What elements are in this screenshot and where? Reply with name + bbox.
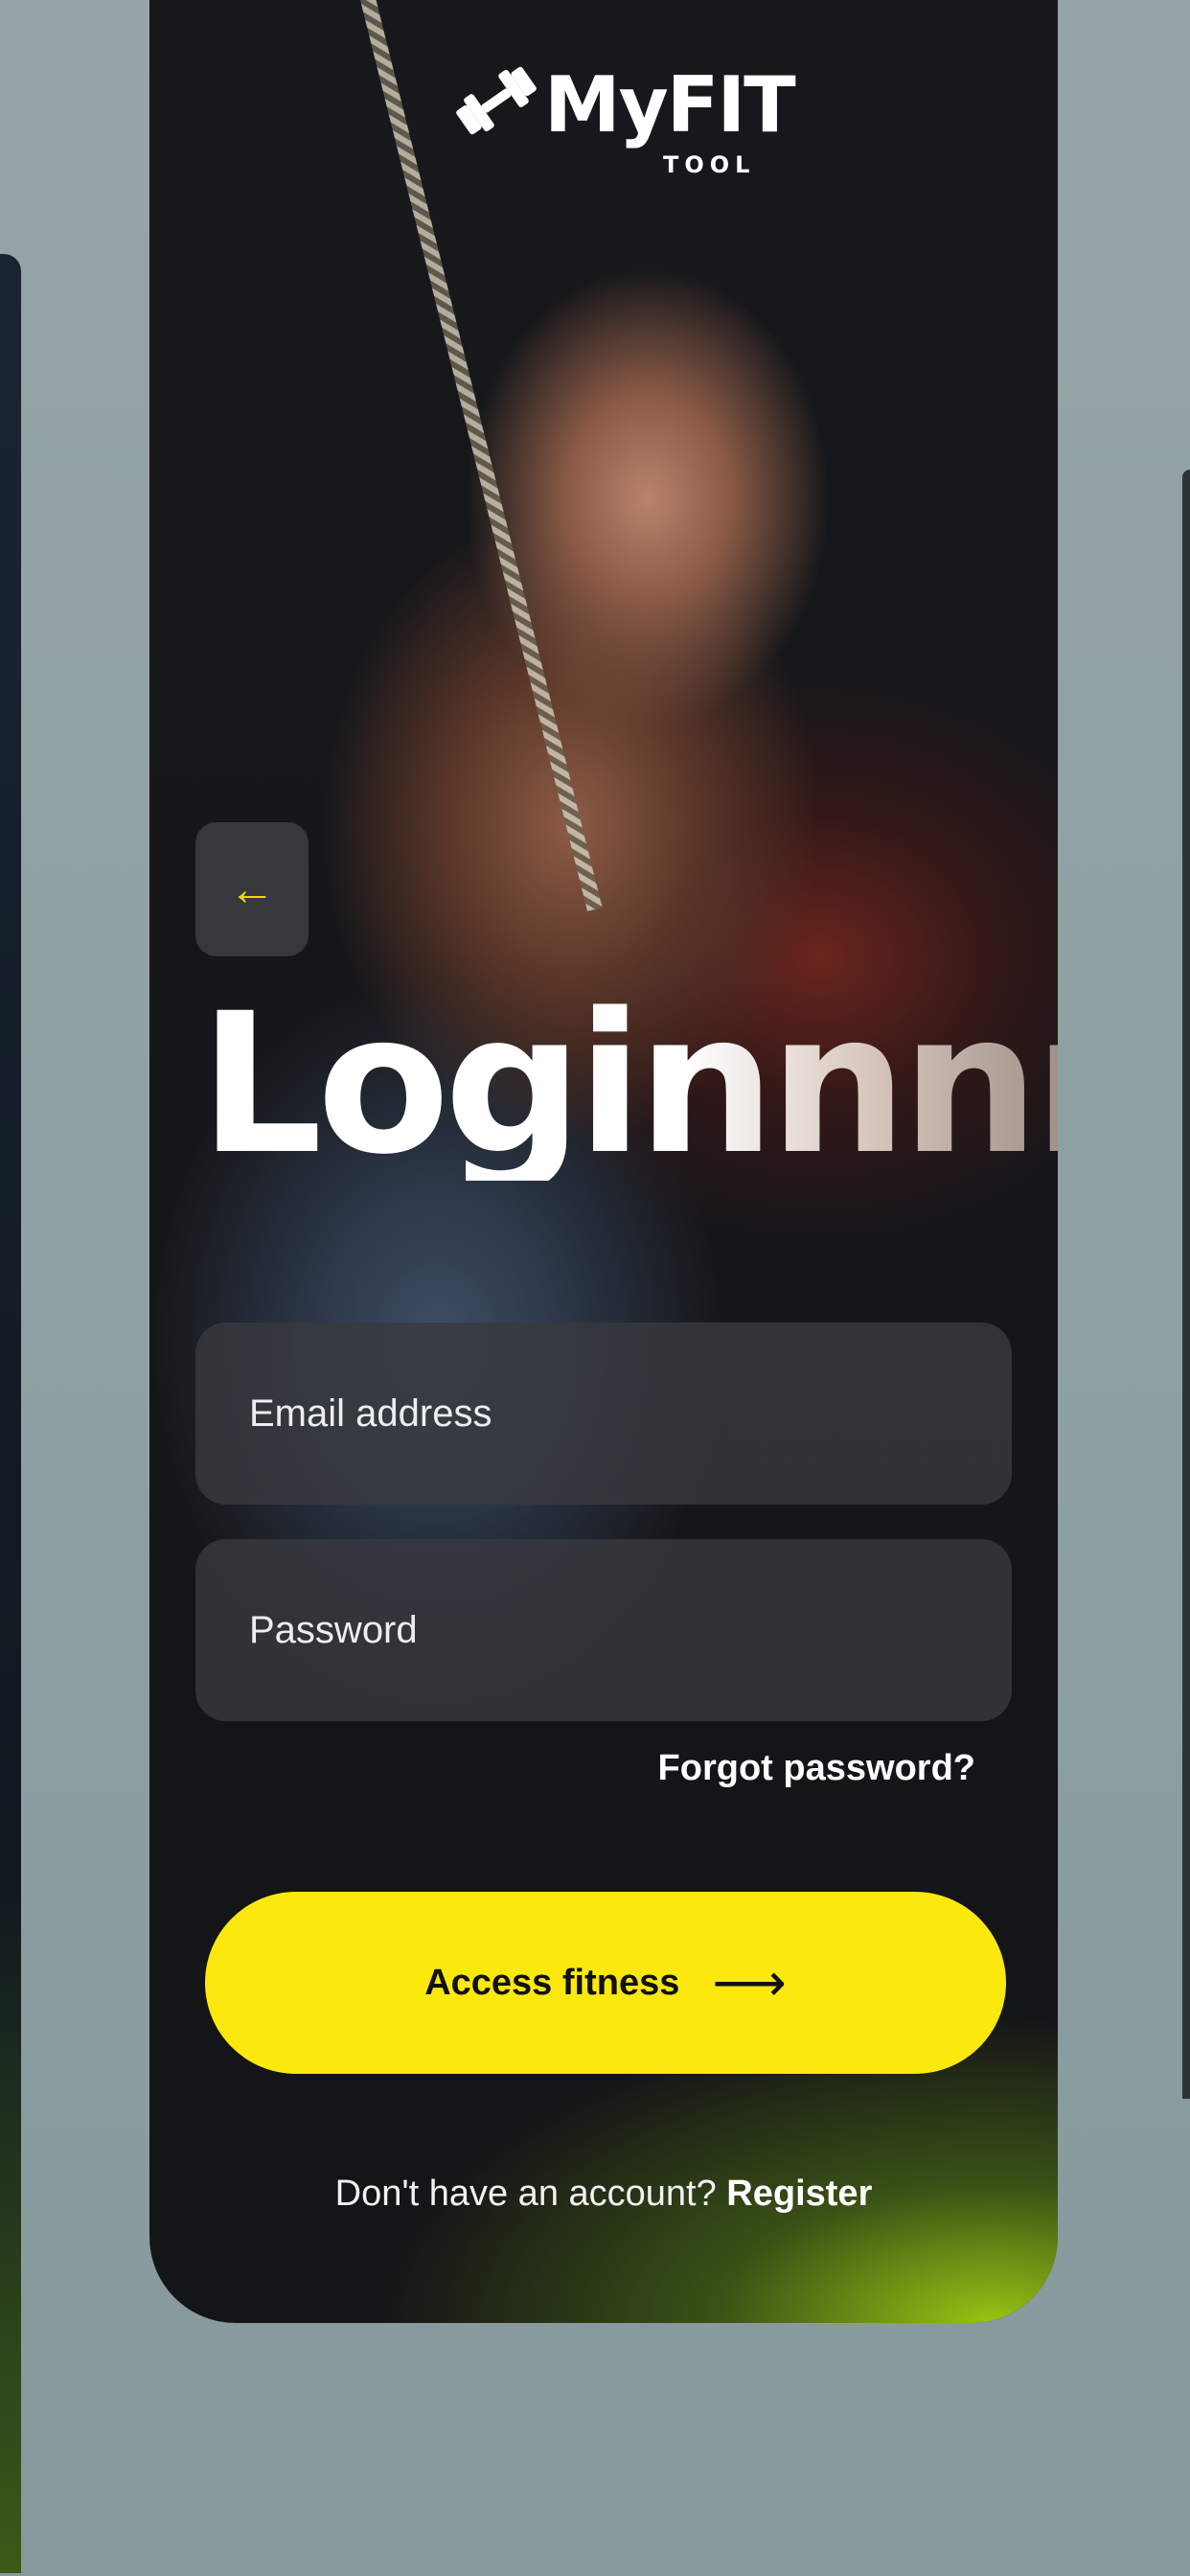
page-title: Loginnnn — [199, 987, 1058, 1181]
left-peek-card — [0, 254, 21, 2573]
register-prompt: Don't have an account? Register — [149, 2174, 1058, 2215]
back-button[interactable]: ← — [195, 822, 309, 956]
logo-wordmark: MyFIT — [544, 60, 796, 150]
app-logo: MyFIT TOOL — [448, 38, 796, 182]
register-prompt-text: Don't have an account? — [334, 2174, 727, 2214]
password-placeholder: Password — [249, 1608, 418, 1651]
password-field[interactable]: Password — [195, 1539, 1012, 1721]
arrow-right-icon: ⟶ — [712, 1954, 787, 2012]
phone-card: MyFIT TOOL ← Loginnnn Email address Pass… — [149, 0, 1058, 2323]
email-placeholder: Email address — [249, 1392, 492, 1435]
register-link[interactable]: Register — [726, 2174, 872, 2214]
email-field[interactable]: Email address — [195, 1322, 1012, 1505]
dumbbell-icon — [456, 66, 537, 135]
arrow-left-icon: ← — [229, 863, 275, 915]
access-fitness-button[interactable]: Access fitness ⟶ — [205, 1892, 1006, 2074]
right-peek-card — [1182, 470, 1190, 2099]
cta-label: Access fitness — [424, 1962, 680, 2003]
logo-subtitle: TOOL — [663, 151, 756, 178]
forgot-password-link[interactable]: Forgot password? — [658, 1748, 975, 1789]
